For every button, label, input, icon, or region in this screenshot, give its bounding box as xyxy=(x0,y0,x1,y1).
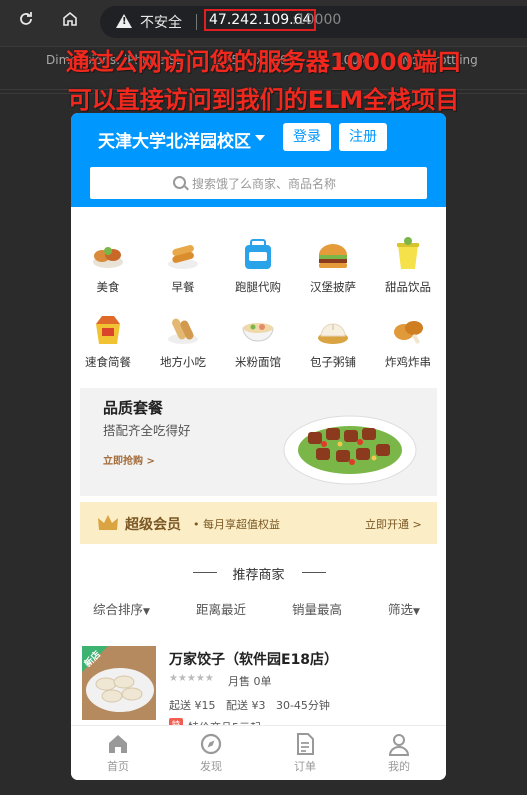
category-fried-chicken[interactable]: 炸鸡炸串 xyxy=(373,310,443,370)
overlay-caption-line1: 通过公网访问您的服务器10000端口 xyxy=(65,48,462,76)
shop-thumbnail[interactable]: 新店 xyxy=(82,646,156,720)
search-placeholder: 搜索饿了么商家、商品名称 xyxy=(192,177,337,191)
register-button[interactable]: 注册 xyxy=(339,123,387,151)
search-icon xyxy=(173,176,186,189)
tab-home[interactable]: 首页 xyxy=(88,732,148,774)
compass-icon xyxy=(199,732,223,756)
vip-subtitle: • 每月享超值权益 xyxy=(193,518,280,531)
order-icon xyxy=(293,732,317,756)
vip-open-link[interactable]: 立即开通 > xyxy=(365,516,422,532)
breakfast-icon xyxy=(163,235,203,275)
shop-name[interactable]: 万家饺子（软件园E18店） xyxy=(169,649,338,669)
campus-selector[interactable]: 天津大学北洋园校区 xyxy=(98,127,251,152)
bottom-tabbar: 首页 发现 订单 我的 xyxy=(71,725,446,780)
food-icon xyxy=(88,235,128,275)
overlay-caption-line2: 可以直接访问到我们的ELM全栈项目 xyxy=(67,86,460,114)
kebab-plate-image xyxy=(283,415,417,485)
browser-toolbar: ! 不安全 47.242.109.64 :10000 xyxy=(0,0,527,46)
rating-stars: ★★★★★ xyxy=(169,673,214,684)
security-label: 不安全 xyxy=(140,15,182,31)
category-noodle[interactable]: 米粉面馆 xyxy=(223,310,293,370)
category-fastfood[interactable]: 速食简餐 xyxy=(73,310,143,370)
divider-right xyxy=(302,572,326,573)
category-errand[interactable]: 跑腿代购 xyxy=(223,235,293,295)
fastfood-icon xyxy=(88,310,128,350)
reload-icon[interactable] xyxy=(12,9,40,37)
quality-set-banner[interactable]: 品质套餐 搭配齐全吃得好 立即抢购 > xyxy=(80,388,437,496)
tab-orders[interactable]: 订单 xyxy=(275,732,335,774)
sort-sales[interactable]: 销量最高 xyxy=(292,599,342,618)
category-bun[interactable]: 包子粥铺 xyxy=(298,310,368,370)
url-port[interactable]: :10000 xyxy=(292,12,341,28)
caret-down-icon[interactable] xyxy=(255,135,265,141)
search-input[interactable]: 搜索饿了么商家、商品名称 xyxy=(90,167,427,199)
crown-icon xyxy=(98,515,118,530)
sort-default[interactable]: 综合排序▼ xyxy=(93,599,150,618)
caret-down-icon: ▼ xyxy=(143,607,150,617)
delivery-info: 起送 ¥15 配送 ¥3 30-45分钟 xyxy=(169,699,330,712)
sort-distance[interactable]: 距离最近 xyxy=(196,599,246,618)
quality-subtitle: 搭配齐全吃得好 xyxy=(103,423,191,438)
login-button[interactable]: 登录 xyxy=(283,123,331,151)
bun-icon xyxy=(313,310,353,350)
burger-icon xyxy=(313,235,353,275)
home-page-icon[interactable] xyxy=(56,9,84,37)
noodle-icon xyxy=(238,310,278,350)
category-snack[interactable]: 地方小吃 xyxy=(148,310,218,370)
monthly-sales: 月售 0单 xyxy=(228,675,272,688)
category-food[interactable]: 美食 xyxy=(73,235,143,295)
filter-icon: ▼ xyxy=(413,607,420,617)
category-breakfast[interactable]: 早餐 xyxy=(148,235,218,295)
tab-discover[interactable]: 发现 xyxy=(181,732,241,774)
address-bar[interactable]: ! 不安全 47.242.109.64 :10000 xyxy=(100,6,527,38)
filter-button[interactable]: 筛选▼ xyxy=(388,599,420,618)
phone-viewport: 天津大学北洋园校区 登录 注册 搜索饿了么商家、商品名称 美食 早餐 跑腿代购 … xyxy=(71,113,446,780)
recommend-title: 推荐商家 xyxy=(232,568,285,583)
top-header: 天津大学北洋园校区 登录 注册 搜索饿了么商家、商品名称 xyxy=(71,113,446,207)
drink-icon xyxy=(388,235,428,275)
user-icon xyxy=(387,732,411,756)
category-drink[interactable]: 甜品饮品 xyxy=(373,235,443,295)
quality-title: 品质套餐 xyxy=(103,399,164,417)
tab-mine[interactable]: 我的 xyxy=(369,732,429,774)
snack-icon xyxy=(163,310,203,350)
super-vip-banner[interactable]: 超级会员 • 每月享超值权益 立即开通 > xyxy=(80,502,437,544)
vip-title: 超级会员 xyxy=(125,517,181,533)
errand-icon xyxy=(238,235,278,275)
fried-chicken-icon xyxy=(388,310,428,350)
category-burger[interactable]: 汉堡披萨 xyxy=(298,235,368,295)
buy-now-link[interactable]: 立即抢购 > xyxy=(103,452,155,467)
home-icon xyxy=(106,732,130,756)
